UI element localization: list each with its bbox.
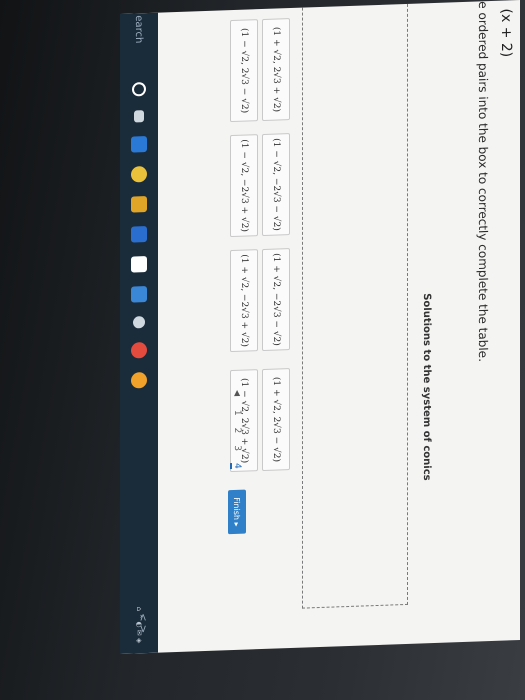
nav-arrows[interactable]: < > [137,613,148,633]
amazon-icon[interactable] [131,256,147,273]
windows-taskbar: earch ⌂ ⌃ ◐ ✉ ◈ [120,12,158,654]
finish-button[interactable]: Finish ▸ [228,489,246,535]
answer-tile[interactable]: (1 + √2, 2√3 − √2) [262,368,290,472]
answer-tile[interactable]: (1 − √2, −2√3 + √2) [230,134,258,238]
page-2[interactable]: 2 [230,427,242,433]
answer-tile[interactable]: (1 + √2, −2√3 − √2) [262,248,290,352]
answer-tile[interactable]: (1 + √2, 2√3 + √2) [262,18,290,122]
edge-icon[interactable] [131,136,147,153]
question-instruction: e ordered pairs into the box to correctl… [476,1,490,363]
settings-icon[interactable] [133,316,145,329]
table-title: Solutions to the system of conics [421,293,432,481]
chrome-icon[interactable] [131,166,147,183]
answer-tile[interactable]: (1 + √2, −2√3 + √2) [230,249,258,353]
browser-screen: (x + 2) e ordered pairs into the box to … [120,0,520,654]
pagination: 1 2 3 4 [230,410,242,470]
file-explorer-icon[interactable] [131,196,147,213]
app-icon-2[interactable] [131,372,147,389]
page-3[interactable]: 3 [230,445,242,451]
app-icon[interactable] [131,342,147,359]
answer-tile[interactable]: (1 − √2, −2√3 − √2) [262,133,290,237]
answer-tile[interactable]: (1 − √2, 2√3 − √2) [230,19,258,123]
task-view-icon[interactable] [134,110,144,123]
page-1[interactable]: 1 [230,410,242,416]
search-box[interactable]: earch [134,15,145,75]
page-4[interactable]: 4 [230,462,242,470]
cortana-icon[interactable] [132,82,146,97]
drop-target-box[interactable] [302,3,408,609]
dropbox-icon[interactable] [131,286,147,303]
question-expression: (x + 2) [498,8,514,58]
store-icon[interactable] [131,226,147,243]
prev-page-icon[interactable]: ◀ [233,390,242,396]
